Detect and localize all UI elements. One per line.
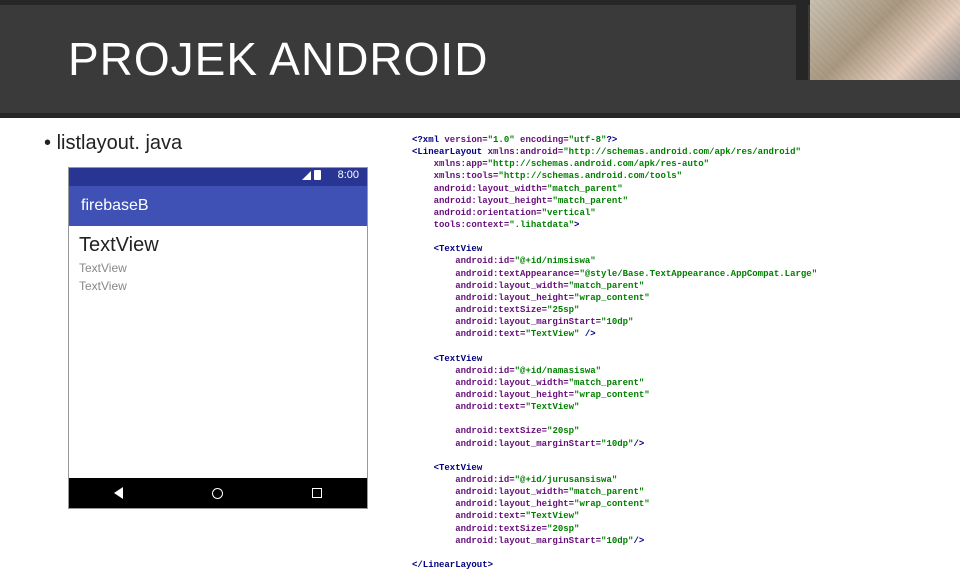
phone-empty-space [79, 296, 357, 466]
corner-photo [810, 0, 960, 80]
battery-icon [314, 170, 321, 180]
signal-icon [302, 171, 311, 180]
phone-body: TextView TextView TextView [69, 226, 367, 478]
status-time: 8:00 [338, 169, 359, 181]
phone-mockup: 8:00 firebaseB TextView TextView TextVie… [68, 167, 368, 509]
nav-bar [69, 478, 367, 508]
recents-icon[interactable] [312, 488, 322, 498]
textview-small: TextView [79, 261, 357, 277]
status-icons [302, 171, 321, 180]
back-icon[interactable] [114, 487, 123, 499]
content-row: listlayout. java 8:00 firebaseB TextView… [0, 118, 960, 581]
textview-small: TextView [79, 279, 357, 295]
textview-large: TextView [79, 234, 357, 257]
code-block: <?xml version="1.0" encoding="utf-8"?> <… [412, 132, 932, 571]
left-column: listlayout. java 8:00 firebaseB TextView… [40, 132, 400, 571]
corner-divider [796, 0, 808, 80]
home-icon[interactable] [212, 488, 223, 499]
page-title: PROJEK ANDROID [68, 32, 488, 86]
status-bar: 8:00 [69, 168, 367, 186]
app-title: firebaseB [81, 197, 149, 215]
app-bar: firebaseB [69, 186, 367, 226]
bullet-filename: listlayout. java [40, 132, 400, 155]
